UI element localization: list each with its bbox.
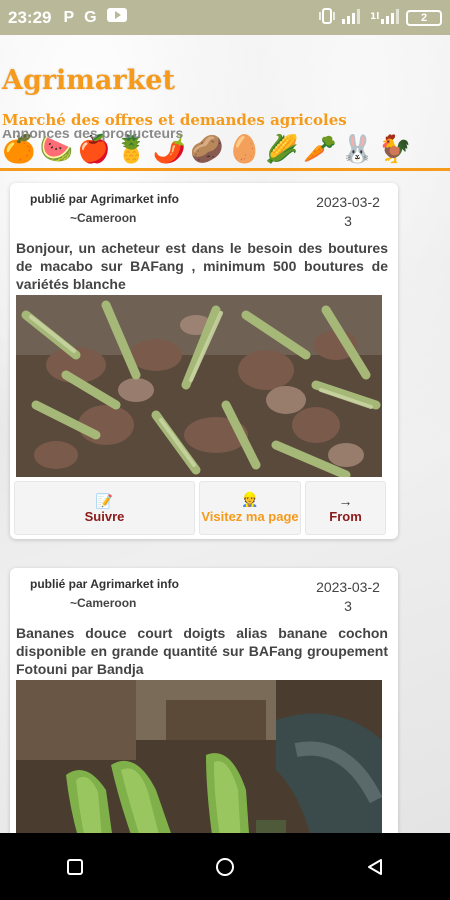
- rooster-icon[interactable]: 🐓: [378, 131, 412, 167]
- from-button[interactable]: → From: [305, 481, 386, 535]
- recent-apps-icon: [67, 858, 83, 875]
- back-button[interactable]: [345, 847, 405, 887]
- carrot-icon[interactable]: 🥕: [303, 131, 337, 167]
- header-divider: [0, 168, 450, 171]
- post-author: publié par Agrimarket info: [30, 192, 179, 206]
- memo-icon: 📝: [95, 492, 114, 509]
- follow-button[interactable]: 📝 Suivre: [14, 481, 195, 535]
- status-right-group: 1l 2: [318, 7, 442, 28]
- worker-icon: 👷: [241, 491, 259, 507]
- status-time: 23:29: [8, 7, 52, 27]
- app-title: Agrimarket: [2, 65, 175, 96]
- vibrate-icon: [318, 7, 336, 28]
- egg-icon[interactable]: 🥚: [228, 131, 262, 167]
- post-image-macabo[interactable]: [16, 295, 382, 477]
- android-nav-bar: [0, 833, 450, 900]
- post-card[interactable]: publié par Agrimarket info ~Cameroon 202…: [10, 183, 398, 539]
- notification-google-icon: G: [84, 8, 97, 26]
- visit-page-button[interactable]: 👷 Visitez ma page: [199, 481, 301, 535]
- home-button[interactable]: [195, 847, 255, 887]
- signal-icon: [342, 8, 364, 27]
- post-card[interactable]: publié par Agrimarket info ~Cameroon 202…: [10, 568, 398, 838]
- app-subtitle: Marché des offres et demandes agricoles: [2, 111, 347, 129]
- follow-label: Suivre: [84, 508, 125, 524]
- arrow-right-icon: →: [338, 492, 353, 509]
- notification-p-icon: P: [63, 8, 75, 26]
- post-text: Bananes douce court doigts alias banane …: [16, 625, 388, 677]
- post-meta: publié par Agrimarket info ~Cameroon 202…: [10, 183, 398, 239]
- section-heading: Annonces des producteurs: [2, 130, 183, 143]
- recent-apps-button[interactable]: [45, 847, 105, 887]
- post-text: Bonjour, un acheteur est dans le besoin …: [16, 240, 388, 292]
- signal-2-icon: 1l: [370, 8, 400, 27]
- post-date: 2023-03-23: [316, 579, 380, 614]
- home-icon: [216, 857, 234, 876]
- battery-icon: 2: [406, 9, 442, 26]
- svg-text:1l: 1l: [370, 12, 379, 22]
- corn-icon[interactable]: 🌽: [265, 131, 299, 167]
- status-bar: 23:29 P G 1l 2: [0, 0, 450, 35]
- potato-icon[interactable]: 🥔: [190, 131, 224, 167]
- post-actions: 📝 Suivre 👷 Visitez ma page → From: [14, 481, 394, 535]
- visit-page-label: Visitez ma page: [201, 509, 299, 524]
- rabbit-icon[interactable]: 🐰: [341, 131, 375, 167]
- from-label: From: [329, 508, 362, 524]
- app-header: Agrimarket Marché des offres et demandes…: [0, 35, 450, 171]
- post-meta: publié par Agrimarket info ~Cameroon 202…: [10, 568, 398, 624]
- post-location: ~Cameroon: [70, 211, 137, 225]
- back-icon: [368, 858, 382, 875]
- post-image-bananas[interactable]: [16, 680, 382, 838]
- notification-youtube-icon: [106, 8, 127, 27]
- post-date: 2023-03-23: [316, 194, 380, 229]
- post-location: ~Cameroon: [70, 596, 137, 610]
- section-heading-text: Annonces des producteurs: [2, 130, 184, 141]
- post-author: publié par Agrimarket info: [30, 577, 179, 591]
